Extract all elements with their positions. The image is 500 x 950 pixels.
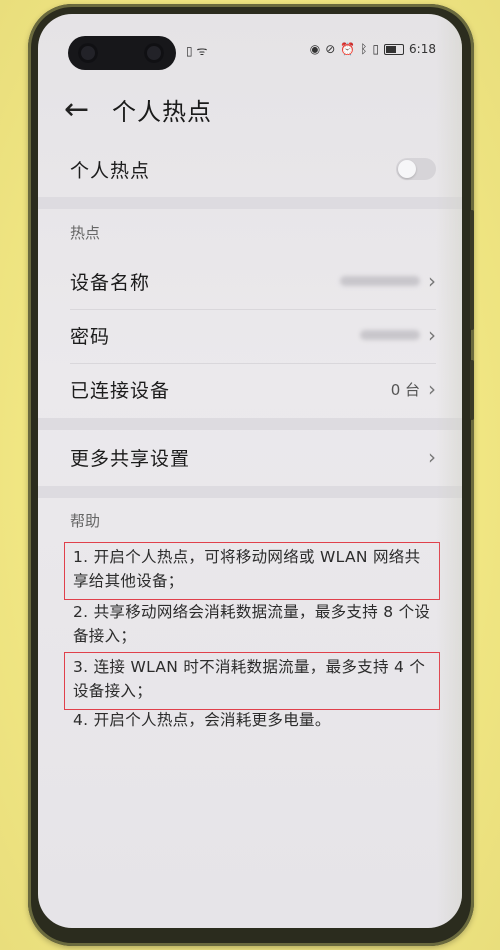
help-item-3: 3. 连接 WLAN 时不消耗数据流量，最多支持 4 个设备接入； <box>64 652 440 710</box>
status-icons-right: ◉ ⊘ ⏰ ᛒ ▯ 6:18 <box>310 42 436 56</box>
chevron-right-icon: › <box>428 445 436 469</box>
phone-screen: ▯ ᯤ ◉ ⊘ ⏰ ᛒ ▯ 6:18 ← 个人热点 个人热点 热点 设备名称 ›… <box>38 14 462 928</box>
vibrate-icon: ▯ <box>372 42 380 56</box>
hotspot-section-heading: 热点 <box>70 224 101 242</box>
more-sharing-settings-row[interactable]: 更多共享设置 › <box>70 442 436 472</box>
device-name-label: 设备名称 <box>70 271 151 294</box>
front-camera <box>68 36 176 70</box>
hotspot-toggle-row[interactable]: 个人热点 <box>70 154 436 184</box>
help-item-4-text: 4. 开启个人热点，会消耗更多电量。 <box>73 711 331 729</box>
clock: 6:18 <box>409 42 436 56</box>
connected-devices-label: 已连接设备 <box>70 379 171 402</box>
nfc-icon: ◉ <box>309 42 321 56</box>
divider <box>70 309 436 310</box>
volume-button <box>470 210 474 330</box>
eye-icon: ⊘ <box>325 42 336 56</box>
help-section-heading: 帮助 <box>70 512 101 530</box>
status-icons-left: ▯ ᯤ <box>186 42 207 59</box>
bluetooth-icon: ᛒ <box>360 42 368 56</box>
hotspot-toggle-switch[interactable] <box>396 158 436 180</box>
help-item-4: 4. 开启个人热点，会消耗更多电量。 <box>64 708 440 732</box>
password-value-blurred <box>360 330 420 340</box>
help-item-1-text: 1. 开启个人热点，可将移动网络或 WLAN 网络共享给其他设备； <box>73 548 421 590</box>
section-separator <box>38 418 462 430</box>
chevron-right-icon: › <box>428 377 436 401</box>
divider <box>70 363 436 364</box>
connected-devices-count: 0 台 <box>390 380 420 399</box>
device-name-value-blurred <box>340 276 420 286</box>
alarm-icon: ⏰ <box>340 42 356 56</box>
page-header: ← 个人热点 <box>64 92 212 127</box>
help-item-2-text: 2. 共享移动网络会消耗数据流量，最多支持 8 个设备接入； <box>73 603 431 645</box>
chevron-right-icon: › <box>428 323 436 347</box>
help-item-3-text: 3. 连接 WLAN 时不消耗数据流量，最多支持 4 个设备接入； <box>73 658 426 700</box>
section-separator <box>38 197 462 209</box>
connected-devices-row[interactable]: 已连接设备 0 台 › <box>70 374 436 404</box>
help-item-2: 2. 共享移动网络会消耗数据流量，最多支持 8 个设备接入； <box>64 600 440 648</box>
help-item-1: 1. 开启个人热点，可将移动网络或 WLAN 网络共享给其他设备； <box>64 542 440 600</box>
device-name-row[interactable]: 设备名称 › <box>70 266 436 296</box>
section-separator <box>38 486 462 498</box>
password-label: 密码 <box>70 325 111 348</box>
chevron-right-icon: › <box>428 269 436 293</box>
page-title: 个人热点 <box>112 98 212 126</box>
battery-icon <box>384 43 405 55</box>
password-row[interactable]: 密码 › <box>70 320 436 350</box>
hotspot-toggle-label: 个人热点 <box>70 159 151 182</box>
sim-icon: ▯ <box>186 44 193 58</box>
more-sharing-settings-label: 更多共享设置 <box>70 447 191 470</box>
arrow-left-icon[interactable]: ← <box>64 94 100 125</box>
power-button <box>470 360 474 420</box>
wifi-icon: ᯤ <box>196 44 208 58</box>
